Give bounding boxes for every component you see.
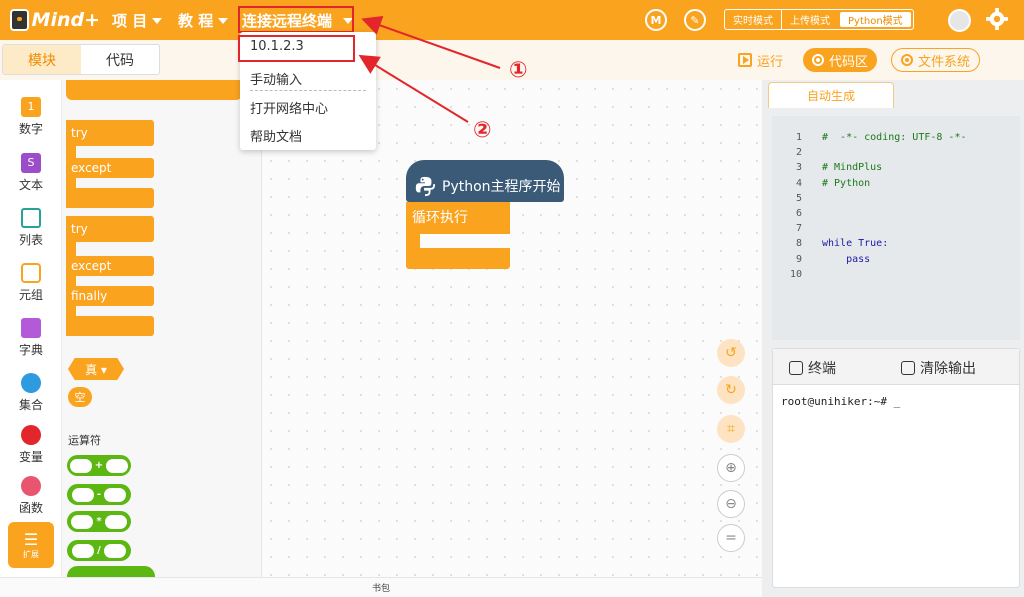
code-line: # -*- coding: UTF-8 -*- <box>822 132 967 143</box>
terminal-panel[interactable]: 终端 清除输出 root@unihiker:~# _ <box>772 348 1020 588</box>
backpack-label: 书包 <box>371 584 390 594</box>
mindplus-window: Mind+ 项 目 教 程 连接远程终端 M ✎ 实时模式 上传模式 Pytho… <box>0 0 1024 597</box>
terminal-header: 终端 清除输出 <box>773 349 1019 385</box>
line-number: 2 <box>795 147 802 159</box>
line-number: 10 <box>789 268 802 280</box>
line-number: 9 <box>795 253 802 265</box>
annotation-step-1: ① <box>509 58 528 83</box>
link-icon <box>789 361 803 375</box>
annotation-step-2: ② <box>473 118 492 143</box>
code-line: # Python <box>822 177 871 189</box>
code-line: # MindPlus <box>822 162 883 174</box>
line-number: 4 <box>795 177 802 189</box>
line-number: 1 <box>795 132 802 143</box>
clear-output-button[interactable]: 清除输出 <box>901 358 976 378</box>
line-number: 6 <box>795 208 802 219</box>
code-line: pass <box>822 253 871 265</box>
line-number: 5 <box>795 192 802 204</box>
line-number: 3 <box>795 162 802 174</box>
clear-output-label: 清除输出 <box>920 361 976 377</box>
terminal-title: 终端 <box>808 361 836 377</box>
line-number: 7 <box>795 223 802 235</box>
arrow-step2 <box>358 54 469 123</box>
terminal-prompt[interactable]: root@unihiker:~# _ <box>781 395 900 408</box>
line-number: 8 <box>795 238 802 250</box>
backpack-bar[interactable]: 书包 <box>0 577 762 597</box>
terminal-tab[interactable]: 终端 <box>789 358 836 378</box>
broom-icon <box>901 361 915 375</box>
tab-auto-generate[interactable]: 自动生成 <box>768 82 894 108</box>
arrow-step1 <box>361 15 501 69</box>
code-view[interactable]: 1 # -*- coding: UTF-8 -*- 2 3 # MindPlus 4 # P… <box>772 116 1020 340</box>
code-line: while True: <box>822 238 889 250</box>
